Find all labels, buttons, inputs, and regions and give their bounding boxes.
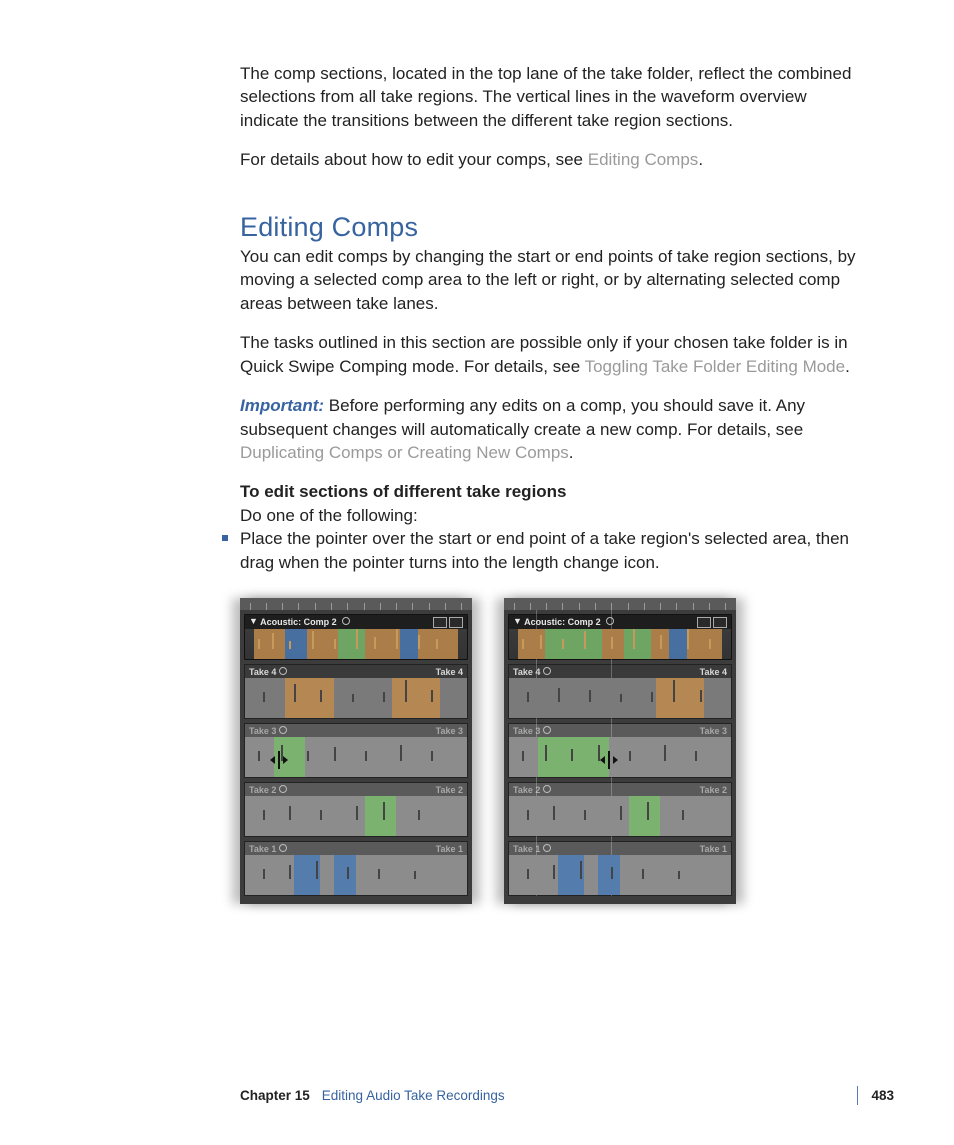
important-text-a: Before performing any edits on a comp, y… — [240, 396, 805, 438]
length-change-cursor-icon — [602, 753, 616, 767]
comp-lane-header: ▼ Acoustic: Comp 2 — [509, 615, 731, 629]
take-header-4: Take 4 Take 4 — [245, 665, 467, 678]
color-ring-icon — [543, 726, 551, 734]
comp-loop-icon — [433, 617, 447, 628]
take-lane-4: Take 4 Take 4 — [508, 664, 732, 719]
comp-lane: ▼ Acoustic: Comp 2 — [244, 614, 468, 660]
length-change-cursor-icon — [272, 753, 286, 767]
intro-p2-text-b: . — [698, 150, 703, 169]
take-header-2: Take 2 Take 2 — [509, 783, 731, 796]
section-heading-editing-comps: Editing Comps — [240, 212, 866, 243]
task-bullets: Place the pointer over the start or end … — [240, 527, 866, 574]
chapter-title: Editing Audio Take Recordings — [322, 1088, 505, 1103]
section-paragraph-2: The tasks outlined in this section are p… — [240, 331, 866, 378]
color-ring-icon — [342, 617, 350, 625]
comp-waveform — [509, 629, 731, 659]
waveform-icon — [245, 641, 467, 649]
take-header-3: Take 3 Take 3 — [509, 724, 731, 737]
take-waveform-4 — [509, 678, 731, 718]
take-lane-4: Take 4 Take 4 — [244, 664, 468, 719]
section-p2-text-b: . — [845, 357, 850, 376]
color-ring-icon — [543, 785, 551, 793]
page-footer: Chapter 15 Editing Audio Take Recordings… — [240, 1088, 894, 1103]
take-waveform-2 — [509, 796, 731, 836]
comp-lane: ▼ Acoustic: Comp 2 — [508, 614, 732, 660]
comp-menu-icon — [449, 617, 463, 628]
bullet-icon — [222, 535, 228, 541]
chapter-number: Chapter 15 — [240, 1088, 310, 1103]
take-lane-3: Take 3 Take 3 — [508, 723, 732, 778]
take-waveform-1 — [509, 855, 731, 895]
color-ring-icon — [543, 844, 551, 852]
take-waveform-3 — [509, 737, 731, 777]
take-lane-2: Take 2 Take 2 — [244, 782, 468, 837]
take-waveform-4 — [245, 678, 467, 718]
take-waveform-2 — [245, 796, 467, 836]
take-lane-3: Take 3 Take 3 — [244, 723, 468, 778]
link-editing-comps[interactable]: Editing Comps — [588, 150, 699, 169]
important-text-b: . — [569, 443, 574, 462]
comp-title: ▼ Acoustic: Comp 2 — [513, 617, 614, 627]
comp-lane-header: ▼ Acoustic: Comp 2 — [245, 615, 467, 629]
important-note: Important: Before performing any edits o… — [240, 394, 866, 464]
take-header-3: Take 3 Take 3 — [245, 724, 467, 737]
timeline-ruler — [240, 598, 472, 610]
comp-menu-icon — [713, 617, 727, 628]
intro-paragraph-1: The comp sections, located in the top la… — [240, 62, 866, 132]
take-waveform-1 — [245, 855, 467, 895]
link-toggling-mode[interactable]: Toggling Take Folder Editing Mode — [585, 357, 846, 376]
comp-waveform — [245, 629, 467, 659]
take-header-2: Take 2 Take 2 — [245, 783, 467, 796]
task-block: To edit sections of different take regio… — [240, 480, 866, 527]
intro-paragraph-2: For details about how to edit your comps… — [240, 148, 866, 171]
intro-p2-text-a: For details about how to edit your comps… — [240, 150, 588, 169]
take-header-1: Take 1 Take 1 — [245, 842, 467, 855]
screenshot-row: ▼ Acoustic: Comp 2 — [240, 598, 866, 904]
color-ring-icon — [279, 844, 287, 852]
take-lane-2: Take 2 Take 2 — [508, 782, 732, 837]
section-paragraph-1: You can edit comps by changing the start… — [240, 245, 866, 315]
comp-header-buttons — [697, 617, 727, 628]
take-waveform-3 — [245, 737, 467, 777]
color-ring-icon — [279, 667, 287, 675]
screenshot-right: ▼ Acoustic: Comp 2 — [504, 598, 736, 904]
footer-divider — [857, 1086, 858, 1105]
screenshot-left: ▼ Acoustic: Comp 2 — [240, 598, 472, 904]
page-number: 483 — [871, 1088, 894, 1103]
color-ring-icon — [543, 667, 551, 675]
bullet-text-1: Place the pointer over the start or end … — [240, 527, 866, 574]
timeline-ruler — [504, 598, 736, 610]
bullet-item-1: Place the pointer over the start or end … — [224, 527, 866, 574]
color-ring-icon — [279, 785, 287, 793]
important-label: Important: — [240, 396, 324, 415]
comp-loop-icon — [697, 617, 711, 628]
take-lane-1: Take 1 Take 1 — [508, 841, 732, 896]
take-header-1: Take 1 Take 1 — [509, 842, 731, 855]
link-duplicating-comps[interactable]: Duplicating Comps or Creating New Comps — [240, 443, 569, 462]
comp-title: ▼ Acoustic: Comp 2 — [249, 617, 350, 627]
color-ring-icon — [279, 726, 287, 734]
disclosure-triangle-icon: ▼ — [513, 616, 522, 626]
take-lane-1: Take 1 Take 1 — [244, 841, 468, 896]
task-heading: To edit sections of different take regio… — [240, 482, 567, 501]
task-subheading: Do one of the following: — [240, 506, 418, 525]
take-header-4: Take 4 Take 4 — [509, 665, 731, 678]
disclosure-triangle-icon: ▼ — [249, 616, 258, 626]
comp-header-buttons — [433, 617, 463, 628]
waveform-icon — [509, 641, 731, 649]
